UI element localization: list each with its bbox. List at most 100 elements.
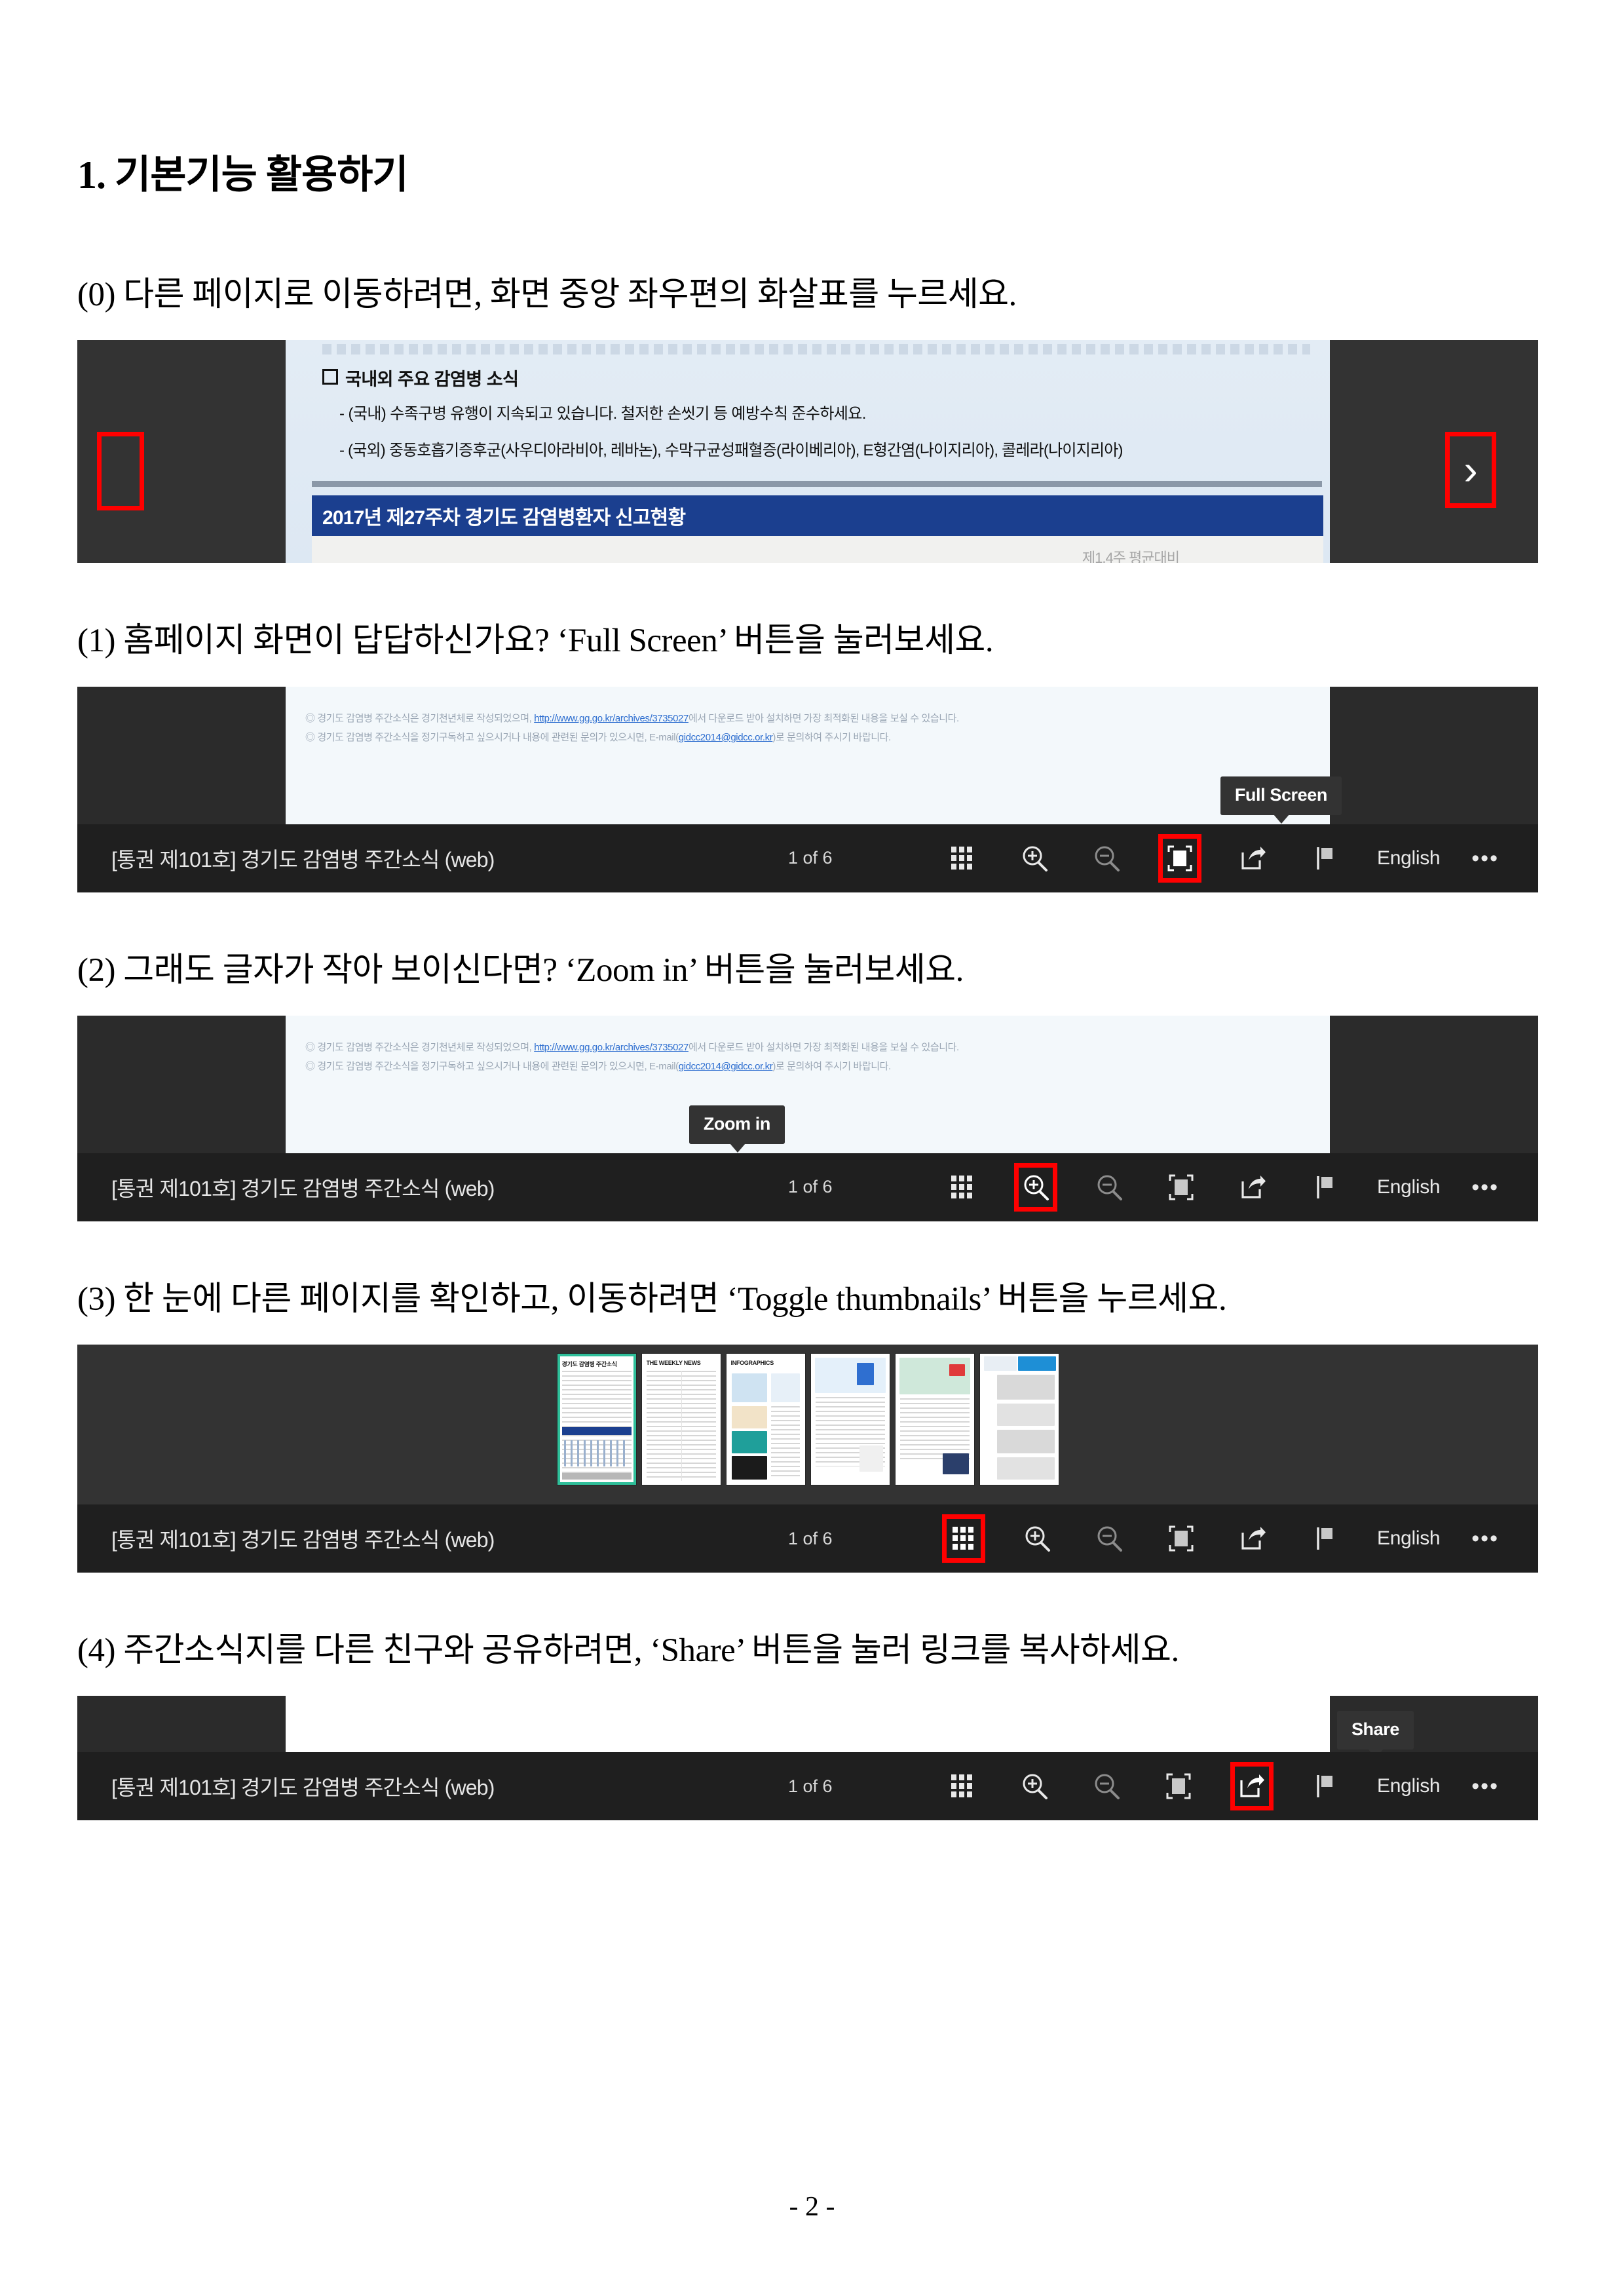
flag-button[interactable]	[1305, 1518, 1346, 1559]
prev-page-arrow-highlight[interactable]	[97, 432, 144, 511]
viewer-page-indicator: 1 of 6	[788, 848, 833, 868]
thumbnail-title: 경기도 감염병 주간소식	[561, 1361, 618, 1368]
zoom-out-button[interactable]	[1086, 838, 1127, 879]
step-1-instruction: (1) 홈페이지 화면이 답답하신가요? ‘Full Screen’ 버튼을 눌…	[77, 622, 994, 660]
fineprint-line-1: ◎ 경기도 감염병 주간소식은 경기천년체로 작성되었으며, http://ww…	[305, 712, 959, 724]
list-item[interactable]: THE WEEKLY NEWS	[641, 1354, 721, 1485]
viewer-toolbar: [통권 제101호] 경기도 감염병 주간소식 (web) 1 of 6 Eng…	[77, 1752, 1538, 1821]
thumbnail-image	[899, 1358, 970, 1395]
more-options-button[interactable]: •••	[1471, 1775, 1499, 1797]
full-screen-button[interactable]	[1158, 1766, 1199, 1807]
share-button[interactable]	[1233, 1167, 1274, 1208]
viewer-toolbar: [통권 제101호] 경기도 감염병 주간소식 (web) 1 of 6 Eng…	[77, 824, 1538, 892]
more-options-button[interactable]: •••	[1471, 847, 1499, 870]
thumbnail-image	[770, 1373, 800, 1403]
thumbnail-image	[996, 1457, 1055, 1480]
thumbnail-image	[949, 1364, 965, 1377]
viewer-document-title: [통권 제101호] 경기도 감염병 주간소식 (web)	[111, 1528, 495, 1552]
list-item[interactable]	[895, 1354, 974, 1485]
step-3-instruction: (3) 한 눈에 다른 페이지를 확인하고, 이동하려면 ‘Toggle thu…	[77, 1280, 1227, 1318]
thumbnail-chart	[563, 1440, 630, 1467]
viewer-page: ◎ 경기도 감염병 주간소식은 경기천년체로 작성되었으며, http://ww…	[286, 1015, 1330, 1153]
thumbnail-image	[859, 1445, 883, 1472]
list-item[interactable]	[979, 1354, 1059, 1485]
left-nav-gutter	[77, 340, 286, 564]
zoom-in-button[interactable]	[1017, 1518, 1057, 1559]
step-4-instruction: (4) 주간소식지를 다른 친구와 공유하려면, ‘Share’ 버튼을 눌러 …	[77, 1632, 1179, 1670]
viewer-toolbar: [통권 제101호] 경기도 감염병 주간소식 (web) 1 of 6 Eng…	[77, 1504, 1538, 1573]
language-button[interactable]: English	[1377, 1775, 1441, 1797]
step-2-instruction: (2) 그래도 글자가 작아 보이신다면? ‘Zoom in’ 버튼을 눌러보세…	[77, 951, 964, 989]
viewer-tool-group: English •••	[942, 1162, 1499, 1212]
email-link[interactable]: gidcc2014@gidcc.or.kr	[679, 1061, 773, 1072]
viewer-tool-group: English •••	[941, 1514, 1499, 1563]
viewer-stage: ◎ 경기도 감염병 주간소식은 경기천년체로 작성되었으며, http://ww…	[77, 1015, 1538, 1153]
toggle-thumbnails-button[interactable]	[942, 1167, 983, 1208]
share-button[interactable]	[1230, 1762, 1274, 1811]
thumbnail-image	[731, 1456, 767, 1480]
step-0-instruction: (0) 다른 페이지로 이동하려면, 화면 중앙 좌우편의 화살표를 누르세요.	[77, 277, 1017, 313]
thumbnail-image	[731, 1373, 767, 1403]
newsletter-fineprint: ◎ 경기도 감염병 주간소식은 경기천년체로 작성되었으며, http://ww…	[305, 1038, 1315, 1077]
thumbnail-title: INFOGRAPHICS	[730, 1360, 774, 1367]
list-item[interactable]: INFOGRAPHICS	[726, 1354, 805, 1485]
page-title: 1. 기본기능 활용하기	[77, 153, 409, 197]
full-screen-button[interactable]	[1158, 833, 1201, 883]
fineprint-line-1: ◎ 경기도 감염병 주간소식은 경기천년체로 작성되었으며, http://ww…	[305, 1041, 959, 1053]
viewer-document-title: [통권 제101호] 경기도 감염병 주간소식 (web)	[111, 1776, 495, 1800]
list-item[interactable]: 경기도 감염병 주간소식	[557, 1354, 636, 1485]
flag-button[interactable]	[1305, 1167, 1346, 1208]
next-page-arrow-highlight[interactable]: ›	[1445, 432, 1496, 508]
newsletter-section-heading: 국내외 주요 감염병 소식	[322, 365, 519, 391]
flipbook-viewer-fullscreen: ◎ 경기도 감염병 주간소식은 경기천년체로 작성되었으며, http://ww…	[77, 686, 1538, 892]
list-item[interactable]	[810, 1354, 890, 1485]
newsletter-page-preview: 국내외 주요 감염병 소식 - (국내) 수족구병 유행이 지속되고 있습니다.…	[286, 340, 1330, 564]
thumbnail-image	[942, 1453, 969, 1475]
zoom-in-button[interactable]	[1014, 1766, 1055, 1807]
tooltip-share: Share	[1336, 1711, 1414, 1753]
share-button[interactable]	[1233, 1518, 1274, 1559]
flag-button[interactable]	[1305, 1766, 1346, 1807]
newsletter-ghost-text: 제1.4주 평균대비	[1082, 550, 1180, 564]
viewer-document-title: [통권 제101호] 경기도 감염병 주간소식 (web)	[111, 847, 495, 871]
step-block-3: (3) 한 눈에 다른 페이지를 확인하고, 이동하려면 ‘Toggle thu…	[77, 1278, 1538, 1573]
thumbnail-content	[770, 1406, 800, 1480]
more-options-button[interactable]: •••	[1471, 1527, 1499, 1550]
thumbnail-image	[731, 1431, 767, 1454]
zoom-in-button[interactable]	[1013, 1162, 1057, 1212]
tooltip-zoom-in: Zoom in	[689, 1105, 785, 1153]
viewer-stage: Share	[77, 1696, 1538, 1753]
zoom-out-button[interactable]	[1089, 1167, 1129, 1208]
tooltip-full-screen: Full Screen	[1220, 776, 1342, 824]
viewer-page-indicator: 1 of 6	[788, 1776, 833, 1796]
zoom-out-button[interactable]	[1089, 1518, 1129, 1559]
thumbnail-image	[996, 1404, 1055, 1426]
document-page: 1. 기본기능 활용하기 (0) 다른 페이지로 이동하려면, 화면 중앙 좌우…	[0, 0, 1624, 2296]
toggle-thumbnails-button[interactable]	[942, 1766, 983, 1807]
zoom-out-button[interactable]	[1086, 1766, 1127, 1807]
email-link[interactable]: gidcc2014@gidcc.or.kr	[679, 732, 773, 743]
language-button[interactable]: English	[1377, 847, 1441, 870]
thumbnail-image	[996, 1375, 1055, 1400]
thumbnail-strip: 경기도 감염병 주간소식 THE WEEKLY NEWS INFOGRAPHIC…	[77, 1345, 1538, 1505]
language-button[interactable]: English	[1377, 1176, 1441, 1198]
step-block-1: (1) 홈페이지 화면이 답답하신가요? ‘Full Screen’ 버튼을 눌…	[77, 619, 1538, 892]
more-options-button[interactable]: •••	[1471, 1176, 1499, 1198]
download-link[interactable]: http://www.gg.go.kr/archives/3735027	[534, 713, 689, 724]
toggle-thumbnails-button[interactable]	[942, 838, 983, 879]
full-screen-button[interactable]	[1161, 1518, 1201, 1559]
flag-button[interactable]	[1305, 838, 1346, 879]
share-button[interactable]	[1233, 838, 1274, 879]
footer-page-number: - 2 -	[789, 2192, 835, 2222]
step-block-0: (0) 다른 페이지로 이동하려면, 화면 중앙 좌우편의 화살표를 누르세요.…	[77, 273, 1538, 564]
fineprint-line-2: ◎ 경기도 감염병 주간소식을 정기구독하고 싶으시거나 내용에 관련된 문의가…	[305, 1061, 891, 1073]
language-button[interactable]: English	[1377, 1527, 1441, 1550]
thumbnail-column-divider	[681, 1371, 682, 1482]
zoom-in-button[interactable]	[1014, 838, 1055, 879]
download-link[interactable]: http://www.gg.go.kr/archives/3735027	[534, 1042, 689, 1053]
toggle-thumbnails-button[interactable]	[941, 1514, 985, 1563]
thumbnail-banner	[1017, 1356, 1056, 1371]
viewer-document-title: [통권 제101호] 경기도 감염병 주간소식 (web)	[111, 1176, 495, 1200]
step-block-2: (2) 그래도 글자가 작아 보이신다면? ‘Zoom in’ 버튼을 눌러보세…	[77, 949, 1538, 1221]
full-screen-button[interactable]	[1161, 1167, 1201, 1208]
